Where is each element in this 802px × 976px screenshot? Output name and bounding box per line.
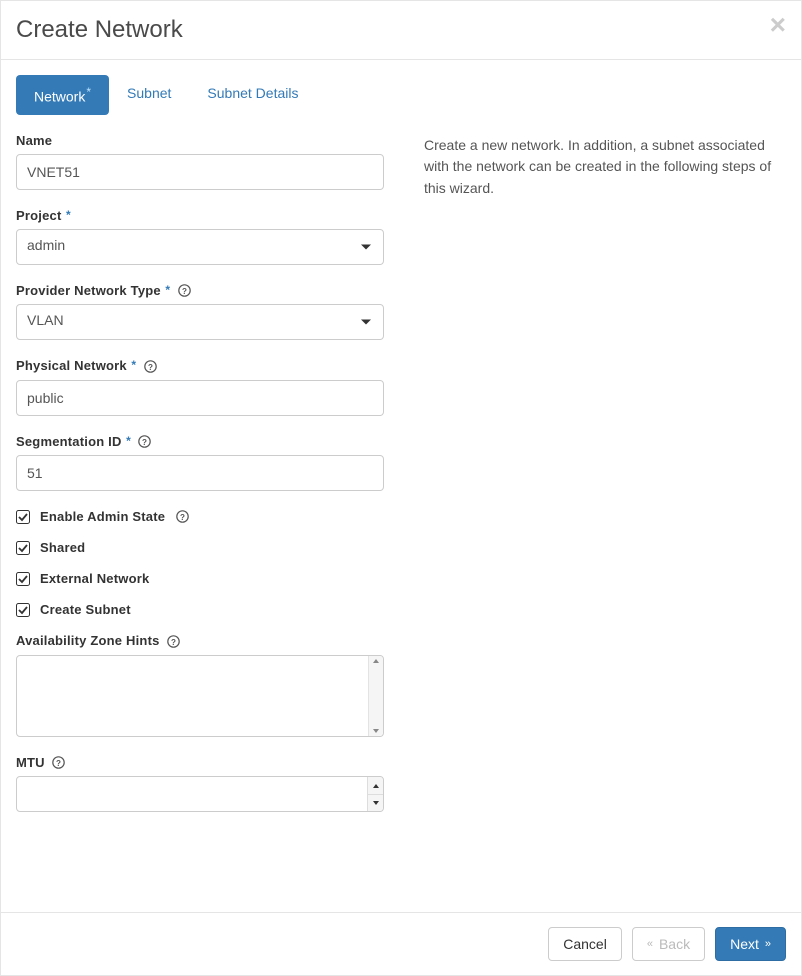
- tab-subnet-details[interactable]: Subnet Details: [189, 75, 316, 111]
- modal-title: Create Network: [16, 16, 786, 44]
- modal-footer: Cancel « Back Next »: [1, 912, 801, 975]
- required-asterisk-icon: *: [162, 283, 170, 297]
- svg-text:?: ?: [180, 513, 185, 522]
- svg-text:?: ?: [142, 438, 147, 447]
- required-asterisk-icon: *: [62, 208, 70, 222]
- select-value: VLAN: [27, 312, 64, 328]
- help-icon[interactable]: ?: [166, 635, 180, 649]
- modal-body: Network* Subnet Subnet Details Name: [1, 60, 801, 912]
- tab-label: Network: [34, 89, 85, 105]
- chevron-right-icon: »: [765, 937, 771, 951]
- content-row: Name Project * admin Provider Network Ty…: [16, 133, 786, 817]
- create-network-modal: Create Network × Network* Subnet Subnet …: [0, 0, 802, 976]
- wizard-tabs: Network* Subnet Subnet Details: [16, 75, 786, 115]
- create-subnet-label: Create Subnet: [40, 602, 131, 617]
- provider-network-type-label: Provider Network Type * ?: [16, 283, 384, 299]
- back-button[interactable]: « Back: [632, 927, 705, 961]
- cancel-button[interactable]: Cancel: [548, 927, 622, 961]
- physical-network-input[interactable]: [16, 380, 384, 416]
- select-value: admin: [27, 237, 65, 253]
- description-text: Create a new network. In addition, a sub…: [424, 133, 786, 200]
- segmentation-id-input[interactable]: [16, 455, 384, 491]
- scroll-up-icon: [373, 659, 379, 663]
- close-icon[interactable]: ×: [770, 11, 786, 39]
- help-icon[interactable]: ?: [143, 360, 157, 374]
- tab-network[interactable]: Network*: [16, 75, 109, 115]
- segmentation-id-label: Segmentation ID * ?: [16, 434, 384, 450]
- help-icon[interactable]: ?: [52, 756, 66, 770]
- availability-zone-hints-listbox[interactable]: [16, 655, 384, 737]
- form-column: Name Project * admin Provider Network Ty…: [16, 133, 384, 817]
- shared-checkbox[interactable]: [16, 541, 30, 555]
- availability-zone-hints-label: Availability Zone Hints ?: [16, 633, 384, 649]
- chevron-left-icon: «: [647, 937, 653, 951]
- enable-admin-state-label: Enable Admin State: [40, 509, 165, 524]
- help-icon[interactable]: ?: [138, 435, 152, 449]
- mtu-input[interactable]: [16, 776, 384, 812]
- tab-label: Subnet: [127, 85, 171, 101]
- next-button[interactable]: Next »: [715, 927, 786, 961]
- svg-text:?: ?: [56, 759, 61, 768]
- modal-header: Create Network ×: [1, 1, 801, 60]
- required-asterisk-icon: *: [128, 358, 136, 372]
- mtu-stepper: [367, 777, 383, 811]
- chevron-down-icon: [361, 244, 371, 249]
- name-label: Name: [16, 133, 384, 148]
- svg-text:?: ?: [182, 287, 187, 296]
- chevron-up-icon: [373, 784, 379, 788]
- help-icon[interactable]: ?: [175, 510, 189, 524]
- shared-label: Shared: [40, 540, 85, 555]
- required-asterisk-icon: *: [123, 434, 131, 448]
- svg-text:?: ?: [171, 638, 176, 647]
- chevron-down-icon: [361, 320, 371, 325]
- project-select[interactable]: admin: [16, 229, 384, 265]
- external-network-label: External Network: [40, 571, 149, 586]
- external-network-checkbox[interactable]: [16, 572, 30, 586]
- mtu-step-up[interactable]: [368, 777, 383, 795]
- scrollbar[interactable]: [368, 656, 383, 736]
- mtu-step-down[interactable]: [368, 795, 383, 812]
- chevron-down-icon: [373, 801, 379, 805]
- tab-subnet[interactable]: Subnet: [109, 75, 189, 111]
- tab-label: Subnet Details: [207, 85, 298, 101]
- physical-network-label: Physical Network * ?: [16, 358, 384, 374]
- create-subnet-checkbox[interactable]: [16, 603, 30, 617]
- enable-admin-state-checkbox[interactable]: [16, 510, 30, 524]
- provider-network-type-select[interactable]: VLAN: [16, 304, 384, 340]
- svg-text:?: ?: [148, 363, 153, 372]
- project-label: Project *: [16, 208, 384, 223]
- help-icon[interactable]: ?: [177, 284, 191, 298]
- name-input[interactable]: [16, 154, 384, 190]
- required-asterisk-icon: *: [86, 85, 91, 99]
- mtu-label: MTU ?: [16, 755, 384, 771]
- scroll-down-icon: [373, 729, 379, 733]
